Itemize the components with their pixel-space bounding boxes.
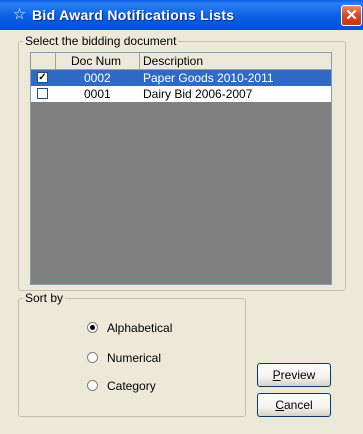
sort-by-label: Sort by — [23, 291, 66, 305]
close-button[interactable]: ✕ — [341, 5, 362, 26]
row-checkbox[interactable] — [37, 88, 48, 99]
doc-num-cell: 0002 — [84, 71, 111, 85]
description-cell: Paper Goods 2010-2011 — [143, 71, 274, 85]
star-outline-icon: ☆ — [12, 6, 27, 23]
preview-button[interactable]: Preview — [257, 363, 331, 387]
radio-label: Category — [107, 379, 156, 393]
close-icon: ✕ — [345, 7, 358, 24]
dialog-window: ☆ Bid Award Notifications Lists ✕ Select… — [0, 0, 363, 434]
table-row[interactable]: 0001 Dairy Bid 2006-2007 — [31, 86, 331, 102]
radio-label: Alphabetical — [107, 321, 173, 335]
documents-grid[interactable]: Doc Num Description ✓ 0002 Paper Goods 2… — [30, 52, 332, 285]
column-header-description[interactable]: Description — [140, 53, 331, 69]
cancel-label-rest: ancel — [283, 398, 313, 412]
radio-button[interactable] — [87, 322, 98, 333]
radio-button[interactable] — [87, 352, 98, 363]
radio-label: Numerical — [107, 351, 162, 365]
window-title: Bid Award Notifications Lists — [32, 7, 235, 23]
grid-header: Doc Num Description — [31, 53, 331, 70]
column-header-doc-num[interactable]: Doc Num — [56, 53, 140, 69]
radio-button[interactable] — [87, 380, 98, 391]
preview-mnemonic: P — [272, 368, 281, 382]
preview-label-rest: review — [280, 368, 316, 382]
column-header-check — [31, 53, 56, 69]
cancel-mnemonic: C — [275, 398, 284, 412]
table-row[interactable]: ✓ 0002 Paper Goods 2010-2011 — [31, 70, 331, 86]
title-bar[interactable]: ☆ Bid Award Notifications Lists ✕ — [0, 0, 363, 30]
description-cell: Dairy Bid 2006-2007 — [143, 87, 253, 101]
row-checkbox[interactable]: ✓ — [37, 72, 48, 83]
select-document-label: Select the bidding document — [23, 34, 179, 48]
cancel-button[interactable]: Cancel — [257, 393, 331, 417]
doc-num-cell: 0001 — [84, 87, 111, 101]
